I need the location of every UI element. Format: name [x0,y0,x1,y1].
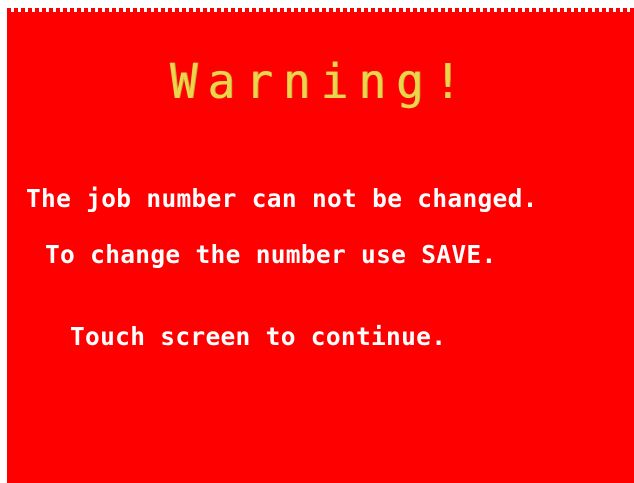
warning-title: Warning! [169,52,472,110]
continue-instruction: Touch screen to continue. [70,322,447,351]
warning-screen[interactable]: Warning! The job number can not be chang… [7,12,634,483]
message-line-2: To change the number use SAVE. [45,240,497,269]
message-line-1: The job number can not be changed. [26,184,538,213]
